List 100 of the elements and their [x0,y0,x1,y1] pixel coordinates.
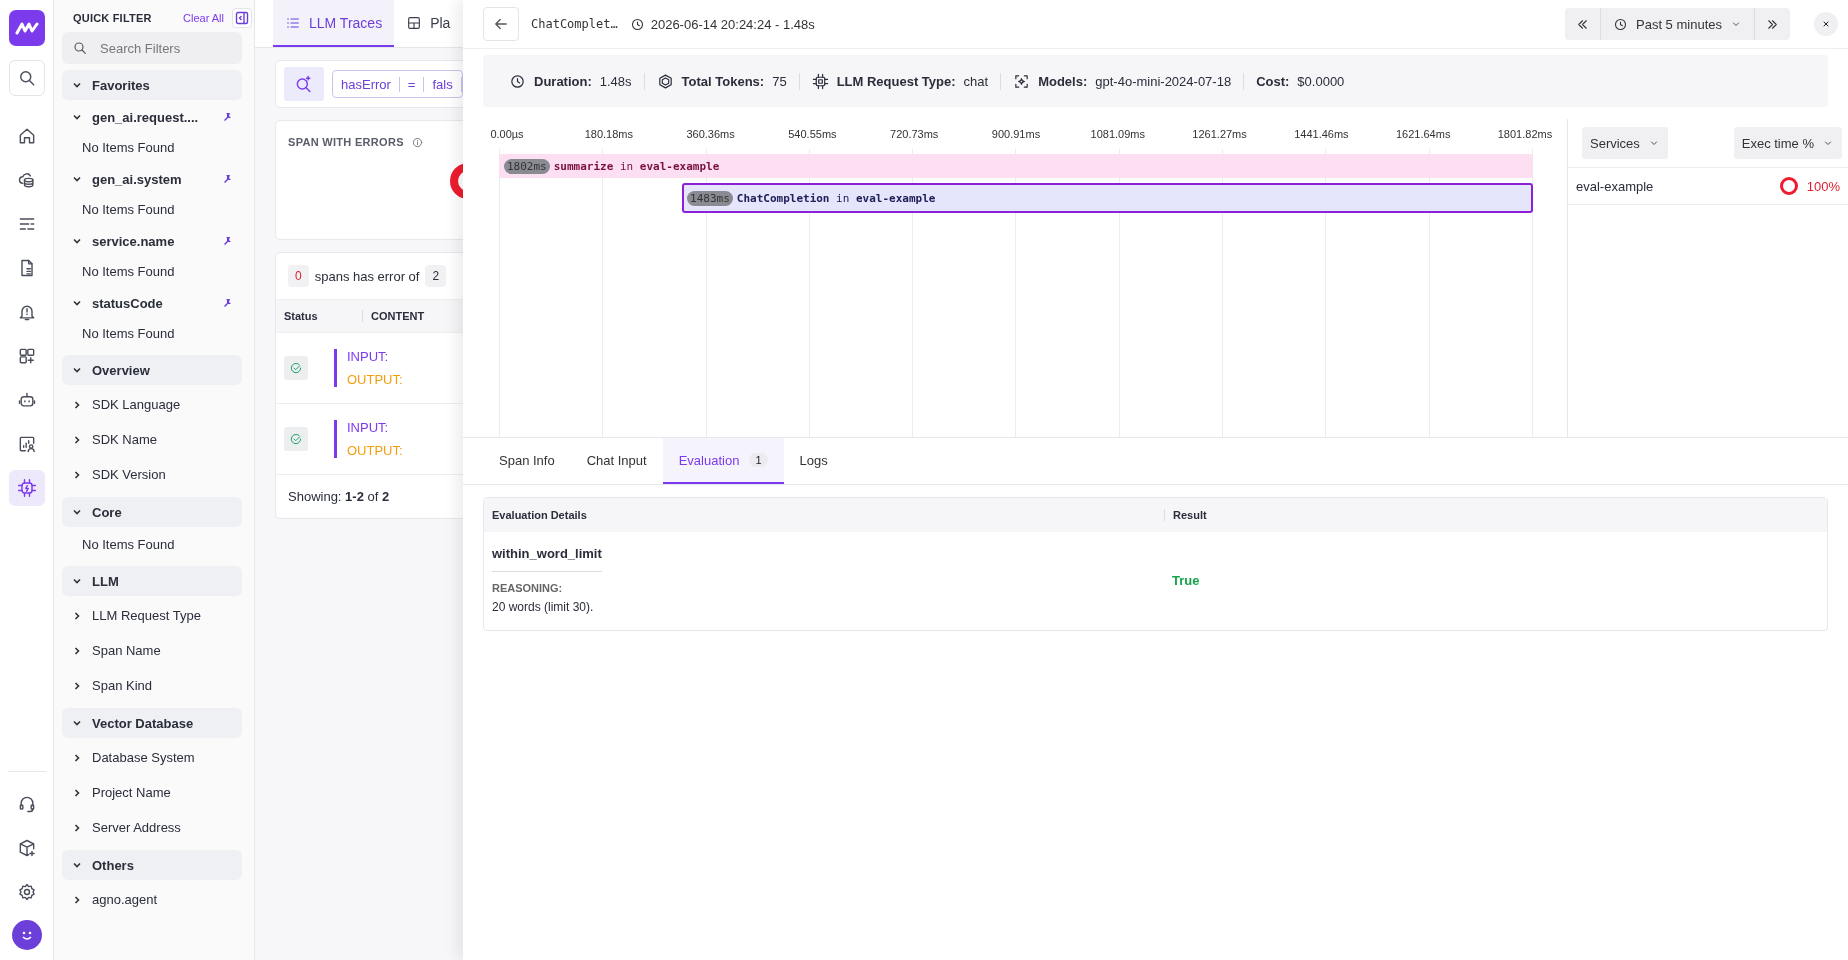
stat-value: gpt-4o-mini-2024-07-18 [1095,73,1232,89]
stat-value: 75 [772,73,787,89]
detail-tab[interactable]: Chat Input [570,438,663,484]
filter-item[interactable]: Server Address [62,810,242,845]
filter-item[interactable]: statusCode [62,288,242,318]
clock-icon [1613,16,1628,32]
filter-section-header[interactable]: LLM [62,566,242,596]
filter-item[interactable]: agno.agent [62,882,242,917]
search-field[interactable]: Search Filters [62,32,242,64]
filter-item[interactable]: Span Name [62,633,242,668]
empty-message: No Items Found [81,139,176,157]
filter-item[interactable]: service.name [62,226,242,256]
sort-dropdown[interactable]: Exec time % [1733,127,1842,159]
column-header: Result [1172,509,1207,521]
view-tab[interactable]: Pla [394,0,463,47]
info-icon [411,136,423,148]
input-label: INPUT: [347,420,390,435]
group-by-dropdown[interactable]: Services [1582,127,1668,159]
axis-tick-label: 1261.27ms [1191,128,1248,140]
output-label: OUTPUT: [347,443,403,458]
evaluation-name: within_word_limit [492,546,602,572]
share-ring-icon [1778,176,1799,196]
span-label: ChatCompletion in eval-example [736,191,936,205]
detail-tab[interactable]: Logs [783,438,844,484]
empty-message: No Items Found [81,201,176,219]
search-input[interactable]: Search Filters [98,39,222,57]
axis-tick-label: 180.18ms [583,128,634,140]
empty-message: No Items Found [81,263,176,281]
reasoning-label: REASONING: [492,582,563,594]
chip-icon [811,72,829,90]
nav-button[interactable] [8,470,45,506]
duration-badge: 1802ms [504,158,550,174]
pin-icon[interactable] [222,298,232,308]
span-bar[interactable]: 1483ms ChatCompletion in eval-example [682,183,1533,213]
stat-label: Models: [1038,73,1088,89]
filter-item[interactable]: gen_ai.request.... [62,102,242,132]
timestamp: 2026-06-14 20:24:24 - 1.48s [650,16,815,32]
detail-tab[interactable]: Span Info [483,438,571,484]
service-name: eval-example [1576,178,1655,194]
count-badge: 1 [749,453,768,467]
app-logo[interactable] [8,10,45,46]
filter-section-header[interactable]: Others [62,850,242,880]
view-tab[interactable]: LLM Traces [273,0,395,47]
filter-item[interactable]: SDK Version [62,457,242,492]
robot-icon [16,390,37,410]
database-icon [16,170,37,190]
pin-icon[interactable] [222,236,232,246]
result-value: True [1171,572,1200,588]
span-title: ChatComplet… [531,17,618,31]
stat-label: Cost: [1256,73,1290,89]
stat-label: Total Tokens: [681,73,765,89]
stat-value: chat [963,73,989,89]
input-label: INPUT: [347,349,390,364]
nav-button[interactable] [8,60,45,96]
detail-tab[interactable]: Evaluation 1 [662,438,784,484]
filter-item[interactable]: Span Kind [62,668,242,703]
span-label: summarize in eval-example [553,159,720,173]
sparkle-frame-icon [1013,72,1031,90]
back-button[interactable] [483,7,519,41]
filter-section-header[interactable]: Favorites [62,70,242,100]
clock-icon [629,16,645,32]
check-circle-icon [289,432,303,446]
stat-value: 1.48s [599,73,632,89]
user-avatar[interactable] [11,920,42,950]
filter-chip[interactable]: hasError = fals [332,70,463,98]
empty-message: No Items Found [81,536,176,554]
filter-item[interactable]: gen_ai.system [62,164,242,194]
axis-tick-label: 900.91ms [990,128,1042,140]
clear-all-link[interactable]: Clear All [183,12,224,24]
stat-value: $0.0000 [1297,73,1345,89]
axis-tick-label: 0.00µs [489,128,525,140]
axis-tick-label: 720.73ms [889,128,940,140]
settings-icon [16,882,37,902]
column-header: Status [276,310,363,322]
filter-item[interactable]: LLM Request Type [62,598,242,633]
axis-tick-label: 360.36ms [685,128,736,140]
pin-icon[interactable] [222,174,232,184]
column-header: Evaluation Details [484,509,1165,521]
filter-item[interactable]: Project Name [62,775,242,810]
collapse-panel-button[interactable] [232,8,252,28]
stat-label: Duration: [534,73,592,89]
ai-search-button[interactable] [284,67,324,101]
error-count: 0 [288,265,309,287]
filter-item[interactable]: SDK Language [62,387,242,422]
axis-tick-label: 1081.09ms [1089,128,1146,140]
reasoning-text: 20 words (limit 30). [492,600,594,614]
card-title: SPAN WITH ERRORS [288,136,404,148]
filter-section-header[interactable]: Vector Database [62,708,242,738]
filter-section-header[interactable]: Overview [62,355,242,385]
clock-icon [509,72,526,90]
hexagon-icon [656,72,674,90]
search-icon [72,40,88,56]
span-bar[interactable]: 1802ms summarize in eval-example [499,154,1533,178]
filter-section-header[interactable]: Core [62,497,242,527]
summary-text: spans has error of [314,268,420,284]
filter-item[interactable]: SDK Name [62,422,242,457]
filter-item[interactable]: Database System [62,740,242,775]
sparkle-search-icon [294,74,314,94]
pin-icon[interactable] [222,112,232,122]
axis-tick-label: 1441.46ms [1293,128,1350,140]
